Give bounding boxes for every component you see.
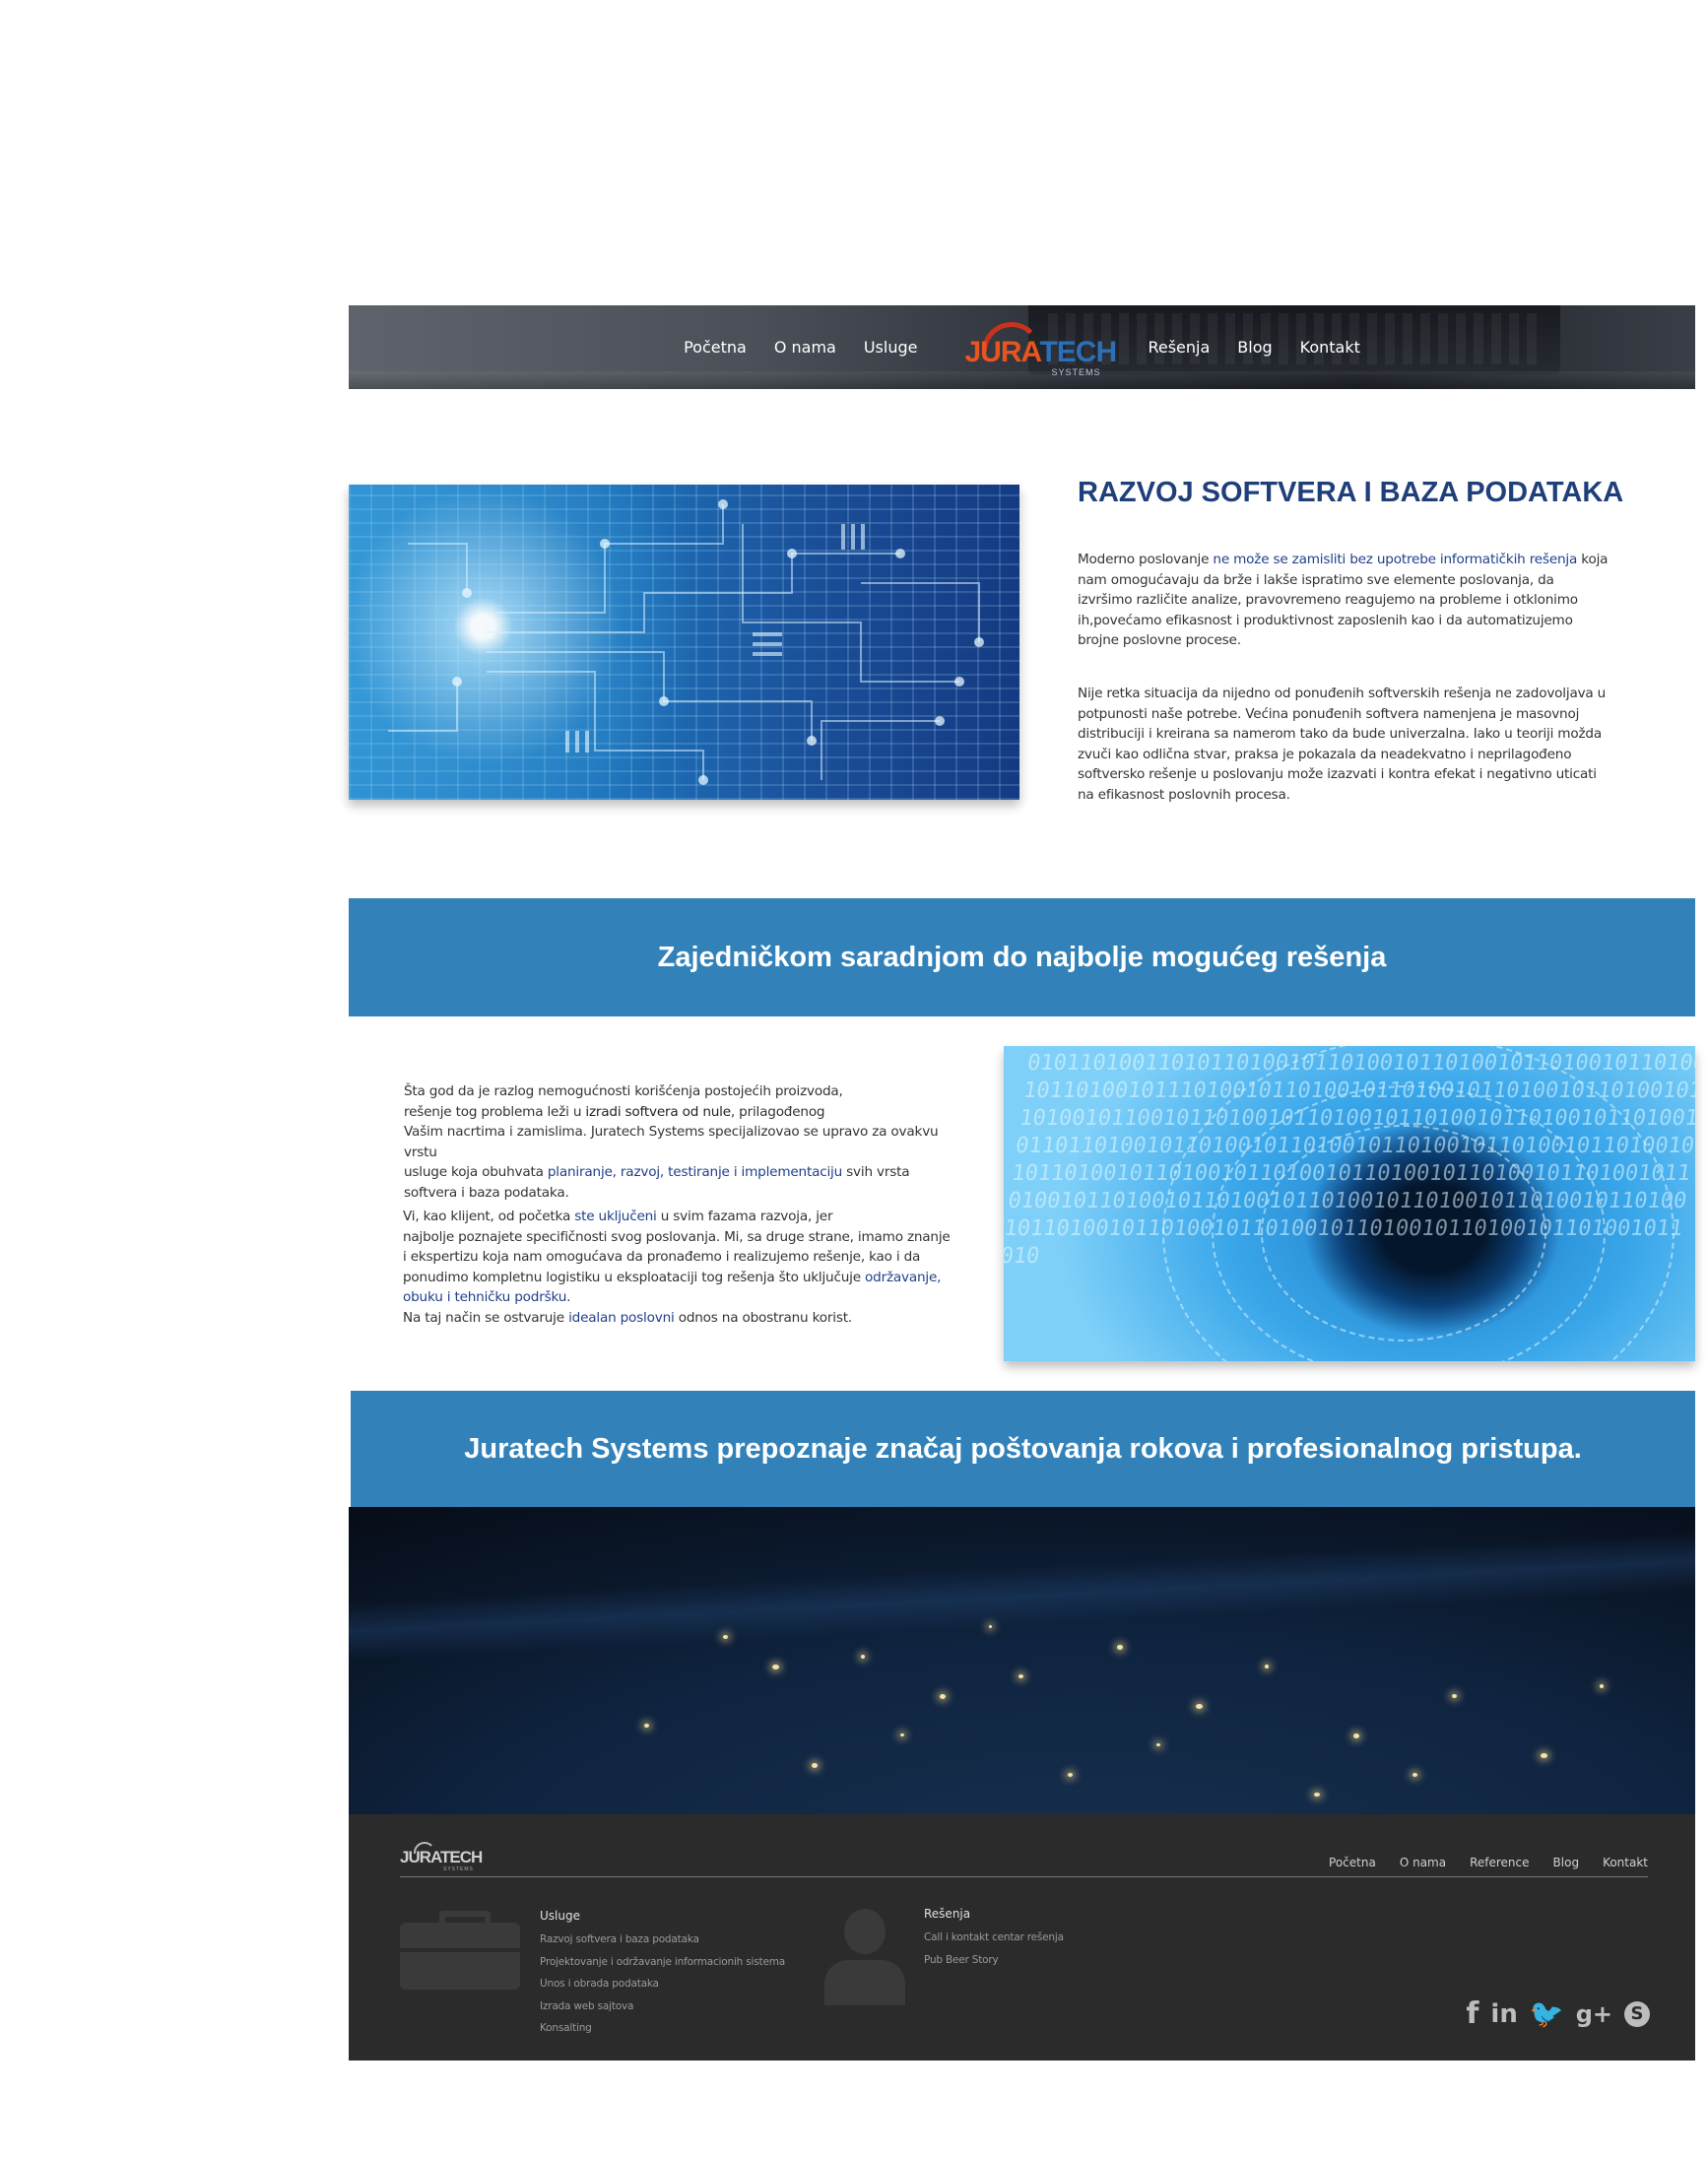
client-involvement-paragraph: Vi, kao klijent, od početka ste uključen… [403, 1209, 951, 1326]
deadlines-banner: Juratech Systems prepoznaje značaj pošto… [351, 1391, 1695, 1507]
facebook-icon[interactable]: f [1466, 1996, 1478, 2031]
earth-night-image [349, 1507, 1695, 1814]
problem-paragraph: Nije retka situacija da nijedno od ponuđ… [1078, 686, 1607, 803]
footer: JURATECH SYSTEMS Početna O nama Referenc… [349, 1814, 1695, 2061]
footer-divider [400, 1876, 1648, 1877]
circuit-board-image [349, 485, 1019, 800]
skype-icon[interactable]: S [1624, 2000, 1650, 2027]
google-plus-icon[interactable]: g+ [1576, 2000, 1612, 2028]
top-navigation: Početna O nama Usluge JURA TECH SYSTEMS … [349, 305, 1695, 389]
footer-nav-pocetna[interactable]: Početna [1329, 1856, 1376, 1869]
juratech-logo[interactable]: JURA TECH SYSTEMS [962, 318, 1117, 377]
footer-nav-reference[interactable]: Reference [1470, 1856, 1529, 1869]
section-title: RAZVOJ SOFTVERA I BAZA PODATAKA [1078, 477, 1624, 508]
footer-resenja-list: Call i kontakt centar rešenja Pub Beer S… [924, 1927, 1064, 1971]
nav-o-nama[interactable]: O nama [774, 338, 836, 357]
footer-link[interactable]: Projektovanje i održavanje informacionih… [540, 1951, 785, 1974]
linkedin-icon[interactable]: in [1490, 1999, 1517, 2029]
custom-software-paragraph: Šta god da je razlog nemogućnosti korišć… [404, 1083, 939, 1201]
footer-logo[interactable]: JURATECH SYSTEMS [400, 1840, 489, 1872]
footer-link[interactable]: Izrada web sajtova [540, 1995, 785, 2018]
footer-resenja-title: Rešenja [924, 1907, 971, 1921]
footer-link[interactable]: Pub Beer Story [924, 1949, 1064, 1972]
nav-blog[interactable]: Blog [1237, 338, 1272, 357]
footer-usluge-title: Usluge [540, 1909, 580, 1923]
footer-link[interactable]: Unos i obrada podataka [540, 1973, 785, 1995]
footer-link[interactable]: Razvoj softvera i baza podataka [540, 1929, 785, 1951]
person-icon [820, 1909, 908, 2007]
footer-nav-blog[interactable]: Blog [1553, 1856, 1580, 1869]
nav-usluge[interactable]: Usluge [864, 338, 918, 357]
nav-resenja[interactable]: Rešenja [1148, 338, 1210, 357]
footer-navigation: Početna O nama Reference Blog Kontakt [1305, 1856, 1648, 1869]
footer-nav-o-nama[interactable]: O nama [1400, 1856, 1446, 1869]
binary-tunnel-image: 0101101001101011010010110100101101001011… [1004, 1046, 1695, 1361]
nav-pocetna[interactable]: Početna [684, 338, 747, 357]
briefcase-icon [400, 1911, 520, 1990]
footer-link[interactable]: Call i kontakt centar rešenja [924, 1927, 1064, 1949]
cooperation-banner: Zajedničkom saradnjom do najbolje moguće… [349, 898, 1695, 1016]
footer-link[interactable]: Konsalting [540, 2017, 785, 2040]
intro-paragraph: Moderno poslovanje ne može se zamisliti … [1078, 552, 1609, 648]
nav-kontakt[interactable]: Kontakt [1300, 338, 1360, 357]
twitter-icon[interactable]: 🐦 [1530, 1997, 1564, 2030]
footer-nav-kontakt[interactable]: Kontakt [1603, 1856, 1648, 1869]
footer-usluge-list: Razvoj softvera i baza podataka Projekto… [540, 1929, 785, 2040]
social-links: f in 🐦 g+ S [1454, 1996, 1650, 2031]
